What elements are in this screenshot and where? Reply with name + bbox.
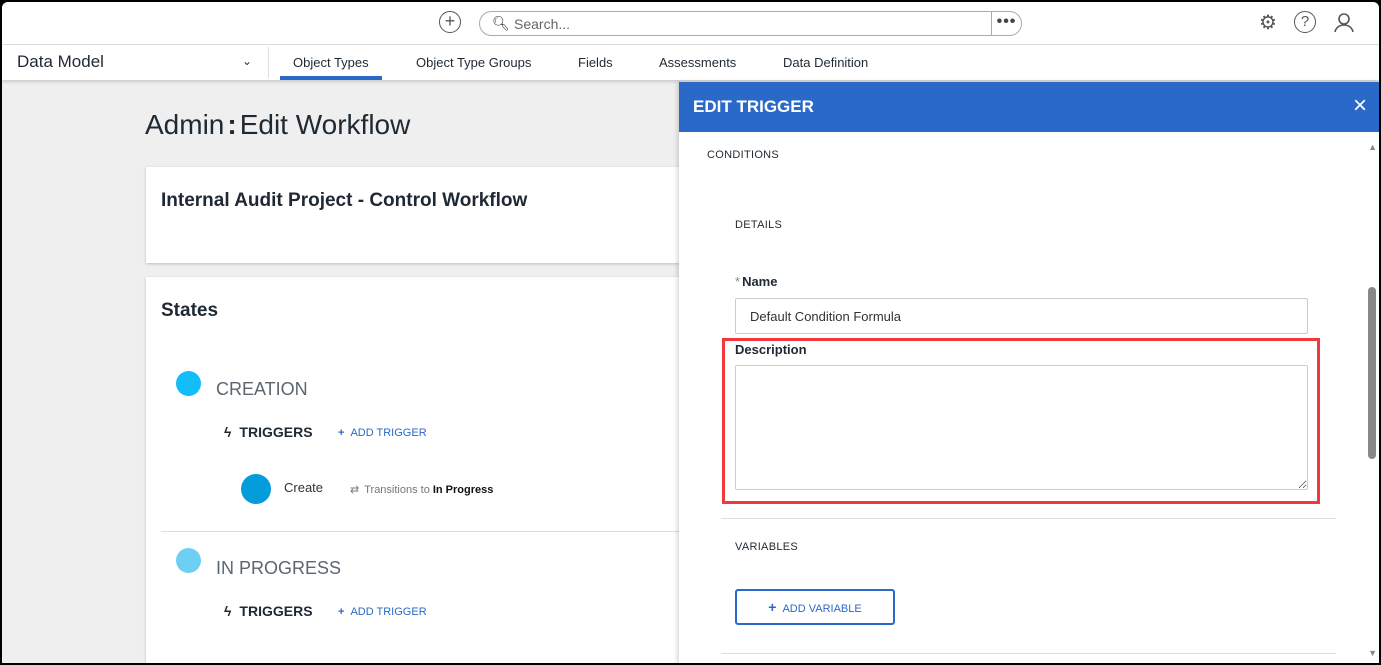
name-label: * Name xyxy=(735,274,777,289)
add-variable-button[interactable]: + ADD VARIABLE xyxy=(735,589,895,625)
workflow-name: Internal Audit Project - Control Workflo… xyxy=(161,190,528,211)
conditions-heading: CONDITIONS xyxy=(707,149,780,161)
divider xyxy=(721,653,1336,654)
module-selector[interactable]: Data Model xyxy=(17,52,104,72)
edit-trigger-panel: EDIT TRIGGER × CONDITIONS DETAILS * Name … xyxy=(679,82,1379,663)
triggers-label: ϟ TRIGGERS xyxy=(224,603,313,619)
trigger-name[interactable]: Create xyxy=(284,480,323,495)
search-input[interactable]: 🔍︎ Search... ••• xyxy=(479,11,1022,36)
chevron-down-icon[interactable]: ⌄ xyxy=(242,54,252,68)
scroll-up-arrow[interactable]: ▲ xyxy=(1368,142,1377,152)
scroll-down-arrow[interactable]: ▼ xyxy=(1368,648,1377,658)
state-color-dot xyxy=(176,548,201,573)
panel-title: EDIT TRIGGER xyxy=(693,97,814,116)
tab-object-types[interactable]: Object Types xyxy=(280,55,382,80)
divider xyxy=(268,47,269,78)
add-trigger-button[interactable]: + ADD TRIGGER xyxy=(338,606,427,618)
state-color-dot xyxy=(176,371,201,396)
app-window: + 🔍︎ Search... ••• ⚙ ? Data Model ⌄ Obje… xyxy=(2,2,1379,663)
name-input[interactable] xyxy=(735,298,1308,334)
tab-data-definition[interactable]: Data Definition xyxy=(783,55,868,70)
add-trigger-label: ADD TRIGGER xyxy=(350,427,427,439)
plus-icon: + xyxy=(768,599,777,615)
variables-heading: VARIABLES xyxy=(735,541,799,553)
tab-object-type-groups[interactable]: Object Type Groups xyxy=(416,55,531,70)
panel-header: EDIT TRIGGER × xyxy=(679,82,1379,132)
close-icon[interactable]: × xyxy=(1353,92,1367,120)
user-icon[interactable] xyxy=(1332,11,1356,35)
search-icon: 🔍︎ xyxy=(492,15,510,31)
triggers-text: TRIGGERS xyxy=(239,424,313,440)
tab-assessments[interactable]: Assessments xyxy=(659,55,736,70)
plus-icon: + xyxy=(338,606,345,618)
transition-arrows-icon: ⇄ xyxy=(350,484,360,496)
bolt-icon: ϟ xyxy=(224,424,232,440)
search-placeholder: Search... xyxy=(514,16,571,32)
nav-bar: Data Model ⌄ Object Types Object Type Gr… xyxy=(2,45,1379,80)
divider xyxy=(161,531,706,532)
state-name: CREATION xyxy=(216,379,308,399)
search-options-button[interactable]: ••• xyxy=(991,12,1021,35)
add-trigger-label: ADD TRIGGER xyxy=(350,606,427,618)
gear-icon[interactable]: ⚙ xyxy=(1256,11,1280,35)
scrollbar-thumb[interactable] xyxy=(1368,287,1376,459)
triggers-label: ϟ TRIGGERS xyxy=(224,424,313,440)
details-heading: DETAILS xyxy=(735,219,783,231)
top-bar: + 🔍︎ Search... ••• ⚙ ? xyxy=(2,2,1379,45)
triggers-text: TRIGGERS xyxy=(239,603,313,619)
trigger-transition: ⇄ Transitions to In Progress xyxy=(350,483,493,496)
tab-fields[interactable]: Fields xyxy=(578,55,613,70)
title-text: Edit Workflow xyxy=(239,109,411,140)
title-prefix: Admin xyxy=(145,109,225,140)
add-trigger-button[interactable]: + ADD TRIGGER xyxy=(338,427,427,439)
add-icon[interactable]: + xyxy=(439,11,461,33)
states-heading: States xyxy=(161,300,219,321)
page-title: Admin: Edit Workflow xyxy=(145,109,410,141)
states-card: States CREATION ϟ TRIGGERS + ADD TRIGGER C… xyxy=(146,277,706,663)
name-label-text: Name xyxy=(742,274,778,289)
transition-target: In Progress xyxy=(432,484,494,496)
transition-label: Transitions to xyxy=(364,484,430,496)
help-icon[interactable]: ? xyxy=(1294,11,1316,33)
plus-icon: + xyxy=(338,427,345,439)
description-label: Description xyxy=(735,342,807,357)
title-separator: : xyxy=(227,109,237,140)
state-name: IN PROGRESS xyxy=(216,558,342,578)
required-icon: * xyxy=(735,274,741,289)
description-textarea[interactable] xyxy=(735,365,1308,490)
trigger-icon-dot xyxy=(241,474,271,504)
divider xyxy=(721,518,1336,519)
bolt-icon: ϟ xyxy=(224,603,232,619)
add-variable-label: ADD VARIABLE xyxy=(782,603,862,615)
workflow-card: Internal Audit Project - Control Workflo… xyxy=(146,167,706,263)
